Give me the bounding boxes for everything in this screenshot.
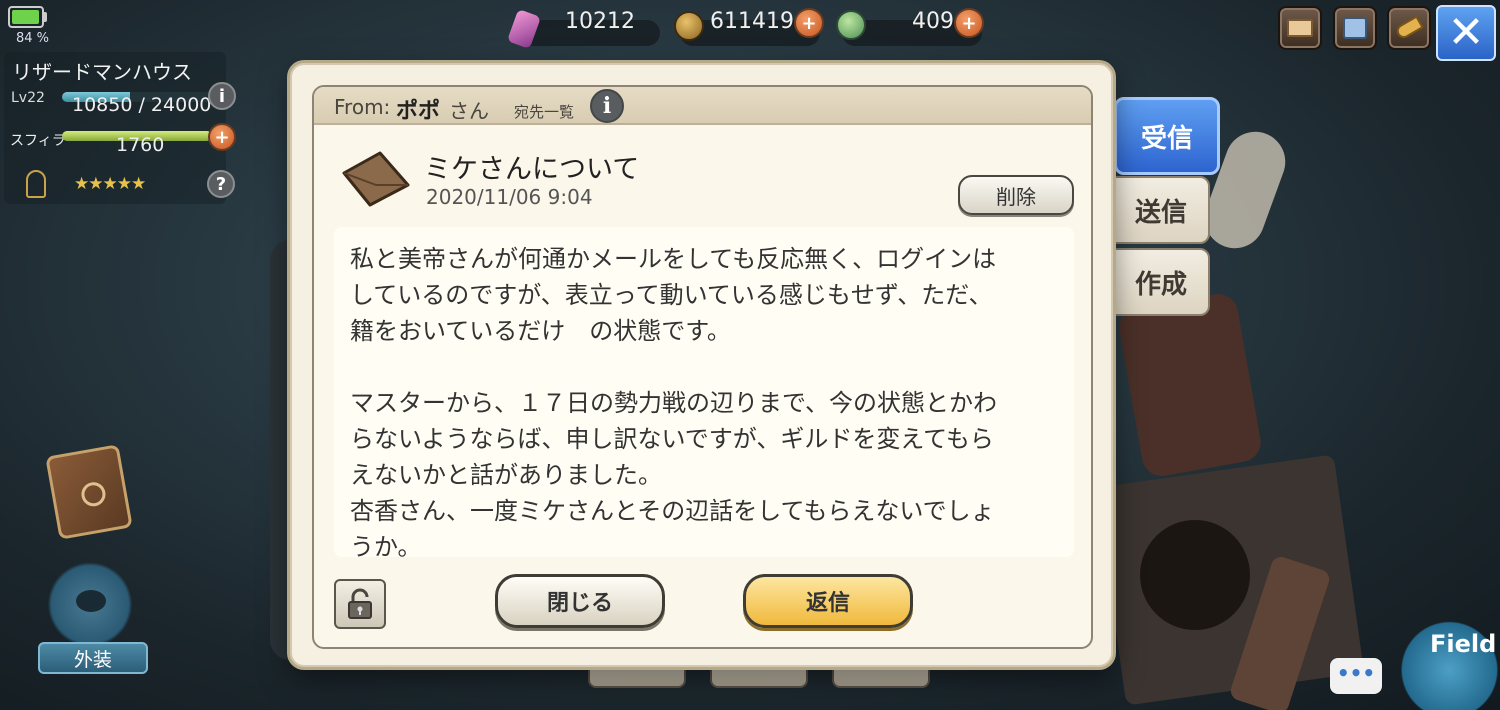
gem-count: 10212 [565, 9, 635, 34]
letter-icon [342, 151, 410, 207]
info-icon: i [602, 93, 612, 119]
mail-dialog: From: ポポ さん 宛先一覧 i ミケさんについて 2020/11/06 9… [290, 63, 1113, 667]
gift-icon [1343, 17, 1367, 39]
lock-button[interactable] [334, 579, 386, 629]
sphira-value: 1760 [116, 134, 165, 156]
battery-percent: 84 % [16, 31, 50, 46]
close-icon: ✕ [1447, 7, 1485, 58]
coin-add-button[interactable]: + [794, 8, 824, 38]
mail-panel: From: ポポ さん 宛先一覧 i ミケさんについて 2020/11/06 9… [312, 85, 1093, 649]
sender-bar: From: ポポ さん 宛先一覧 i [314, 87, 1091, 125]
close-screen-button[interactable]: ✕ [1436, 5, 1496, 61]
mail-icon [1287, 19, 1313, 37]
house-name: リザードマンハウス [12, 60, 192, 84]
mail-date: 2020/11/06 9:04 [426, 185, 593, 209]
gift-button[interactable] [1333, 6, 1377, 50]
unlock-icon [348, 588, 372, 619]
tab-sent[interactable]: 送信 [1112, 176, 1210, 244]
costume-button[interactable]: 外装 [38, 642, 148, 674]
recipients-label: 宛先一覧 [514, 103, 575, 121]
potion-icon [836, 10, 866, 40]
costume-creature-face [76, 590, 106, 612]
chat-button[interactable]: ••• [1330, 658, 1382, 694]
battery-icon [8, 6, 44, 28]
tab-inbox[interactable]: 受信 [1114, 97, 1220, 175]
rating-stars: ★★★★★ [74, 174, 146, 194]
guild-book-icon[interactable] [45, 444, 133, 540]
delete-button[interactable]: 削除 [958, 175, 1074, 215]
help-button[interactable]: ? [207, 170, 235, 198]
info-icon: i [218, 85, 226, 107]
coin-count: 611419 [710, 9, 794, 34]
plus-icon: + [214, 126, 230, 148]
tab-compose[interactable]: 作成 [1112, 248, 1210, 316]
sender-suffix: さん [449, 99, 489, 123]
field-button[interactable]: Field [1430, 630, 1496, 658]
mail-button[interactable] [1278, 6, 1322, 50]
xp-text: 10850 / 24000 [72, 94, 212, 116]
announcement-button[interactable] [1387, 6, 1431, 50]
question-icon: ? [215, 173, 227, 195]
sphira-label: スフィラ [10, 133, 66, 149]
from-label: From: [334, 95, 391, 119]
recipients-info-button[interactable]: i [590, 89, 624, 123]
horn-icon [1394, 15, 1424, 41]
mail-subject: ミケさんについて [424, 154, 640, 185]
background-hole [1140, 520, 1250, 630]
plus-icon: + [801, 12, 817, 34]
potion-add-button[interactable]: + [954, 8, 984, 38]
sphira-add-button[interactable]: + [208, 123, 236, 151]
cage-icon [26, 170, 46, 198]
plus-icon: + [961, 12, 977, 34]
player-info-button[interactable]: i [208, 82, 236, 110]
close-button[interactable]: 閉じる [495, 574, 665, 628]
level-label: Lv22 [11, 90, 45, 106]
reply-button[interactable]: 返信 [743, 574, 913, 628]
background-character [1116, 290, 1264, 480]
potion-count: 409 [912, 9, 954, 34]
battery-level [12, 10, 39, 24]
coin-icon [674, 11, 704, 41]
battery-tip [44, 12, 47, 22]
sender-name: ポポ [396, 99, 441, 124]
mail-body: 私と美帝さんが何通かメールをしても反応無く、ログインは しているのですが、表立っ… [334, 227, 1074, 557]
